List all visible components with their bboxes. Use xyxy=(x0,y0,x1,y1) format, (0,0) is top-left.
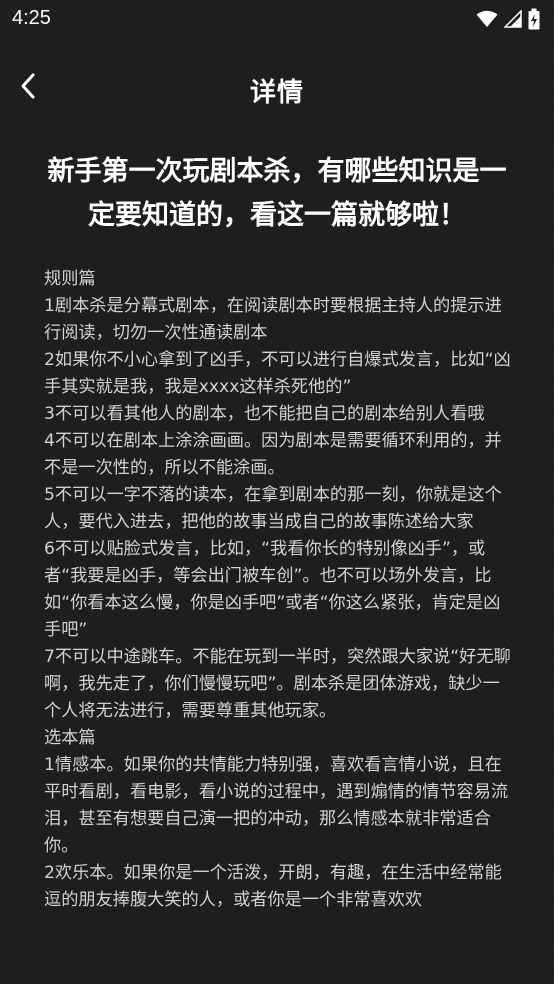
article-paragraph: 2欢乐本。如果你是一个活泼，开朗，有趣，在生活中经常能逗的朋友捧腹大笑的人，或者… xyxy=(44,863,502,910)
article-paragraph: 2如果你不小心拿到了凶手，不可以进行自爆式发言，比如“凶手其实就是我，我是xxx… xyxy=(44,350,511,397)
app-bar: 详情 xyxy=(0,58,554,120)
page-title: 详情 xyxy=(249,78,304,108)
article-paragraph: 1情感本。如果你的共情能力特别强，喜欢看言情小说，且在平时看剧，看电影，看小说的… xyxy=(44,755,509,856)
article-paragraph: 1剧本杀是分幕式剧本，在阅读剧本时要根据主持人的提示进行阅读，切勿一次性通读剧本 xyxy=(44,296,502,343)
cellular-signal-icon xyxy=(503,9,522,32)
status-time: 4:25 xyxy=(12,7,51,29)
article-paragraph: 3不可以看其他人的剧本，也不能把自己的剧本给别人看哦 xyxy=(44,404,485,424)
article-paragraph: 7不可以中途跳车。不能在玩到一半时，突然跟大家说“好无聊啊，我先走了，你们慢慢玩… xyxy=(44,647,511,721)
section-heading-rules: 规则篇 xyxy=(44,269,96,289)
status-icons xyxy=(476,8,540,34)
article-paragraph: 5不可以一字不落的读本，在拿到剧本的那一刻，你就是这个人，要代入进去，把他的故事… xyxy=(44,485,502,532)
wifi-icon xyxy=(476,10,498,32)
article-paragraph: 6不可以贴脸式发言，比如，“我看你长的特别像凶手”，或者“我要是凶手，等会出门被… xyxy=(44,539,501,640)
battery-charging-icon xyxy=(528,8,540,34)
article-title: 新手第一次玩剧本杀，有哪些知识是一定要知道的，看这一篇就够啦！ xyxy=(47,156,507,231)
article-paragraph: 4不可以在剧本上涂涂画画。因为剧本是需要循环利用的，并不是一次性的，所以不能涂画… xyxy=(44,431,502,478)
status-bar: 4:25 xyxy=(0,0,554,40)
section-heading-selection: 选本篇 xyxy=(44,728,96,748)
article-body: 规则篇 1剧本杀是分幕式剧本，在阅读剧本时要根据主持人的提示进行阅读，切勿一次性… xyxy=(44,266,514,914)
